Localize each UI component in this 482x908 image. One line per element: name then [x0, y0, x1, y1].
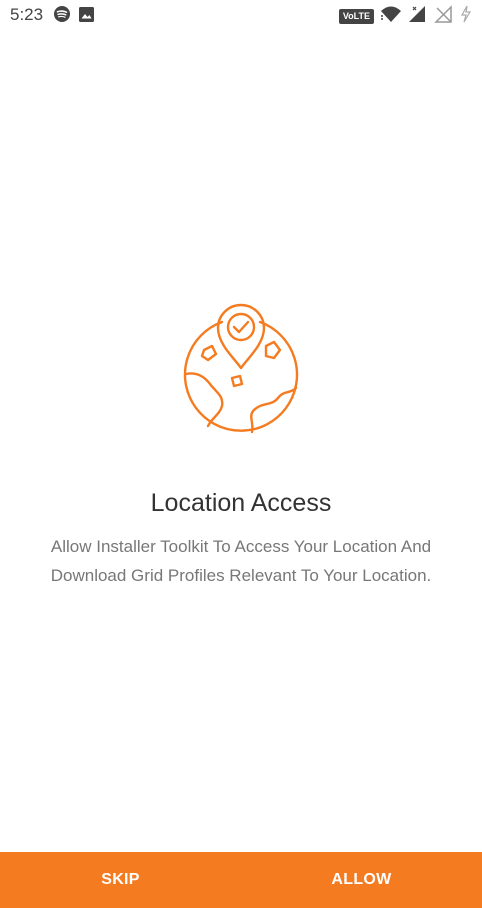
allow-button[interactable]: ALLOW — [241, 852, 482, 908]
volte-badge: VoLTE — [338, 9, 374, 24]
spotify-icon — [54, 6, 70, 27]
signal-icon — [408, 5, 428, 28]
wifi-icon — [380, 5, 402, 28]
image-icon — [79, 6, 94, 27]
status-right-icons: VoLTE — [338, 5, 472, 28]
status-time: 5:23 — [10, 5, 44, 24]
battery-charging-icon — [460, 5, 472, 28]
page-description: Allow Installer Toolkit To Access Your L… — [50, 537, 432, 585]
status-left-icons — [54, 6, 94, 27]
location-globe-icon — [182, 298, 300, 438]
status-bar: 5:23 VoLTE — [0, 0, 482, 36]
page-title: Location Access — [150, 489, 332, 517]
bottom-action-bar: SKIP ALLOW — [0, 852, 482, 908]
no-sim-icon — [434, 5, 454, 28]
skip-button[interactable]: SKIP — [0, 852, 241, 908]
